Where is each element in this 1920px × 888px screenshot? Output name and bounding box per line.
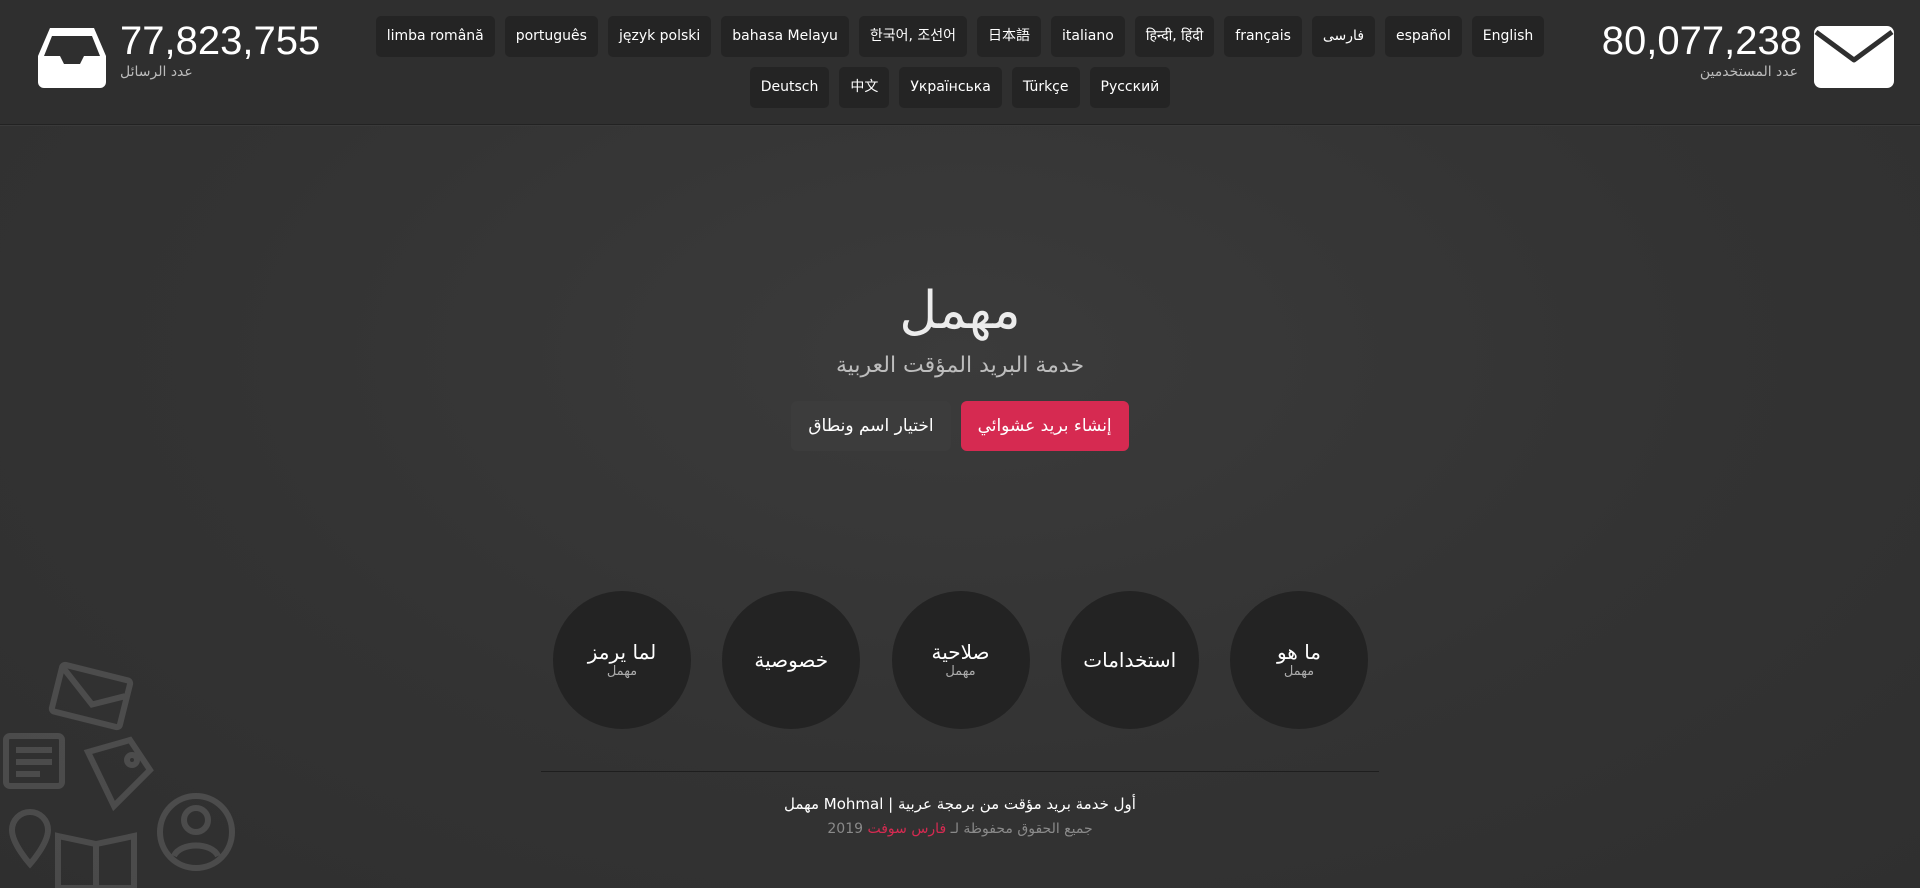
circle-title: استخدامات [1083,648,1177,672]
hero-actions: إنشاء بريد عشوائي اختيار اسم ونطاق [0,401,1920,451]
circle-what-is[interactable]: ما هو مهمل [1230,591,1368,729]
circle-privacy[interactable]: خصوصية [722,591,861,729]
site-logo: مهمل [890,276,1030,346]
copyright-prefix: جميع الحقوق محفوظة لـ [950,821,1093,837]
footer-description: مهمل Mohmal | أول خدمة بريد مؤقت من برمج… [784,795,1136,813]
circle-title: صلاحية [931,640,990,664]
lang-button-ru[interactable]: Русский [1089,67,1171,108]
lang-button-ko[interactable]: 한국어, 조선어 [858,16,968,57]
messages-count-label: عدد الرسائل [120,64,193,80]
circle-validity[interactable]: صلاحية مهمل [891,591,1030,729]
users-count: 80,077,238 [1601,19,1802,63]
lang-button-uk[interactable]: Українська [899,67,1002,108]
circle-uses[interactable]: استخدامات [1060,591,1199,729]
footer: مهمل Mohmal | أول خدمة بريد مؤقت من برمج… [0,794,1920,839]
circle-title: لما يرمز [587,640,657,664]
lang-button-fa[interactable]: فارسی [1311,16,1376,57]
decorative-background-icons [0,660,240,888]
lang-button-pl[interactable]: język polski [607,16,712,57]
messages-count: 77,823,755 [120,19,321,63]
lang-button-fr[interactable]: français [1224,16,1302,57]
user-avatar-icon [157,793,235,871]
envelope-icon [48,661,134,731]
lang-button-hi[interactable]: हिन्दी, हिंदी [1134,16,1215,57]
map-pin-icon [8,809,52,869]
company-link[interactable]: فارس سوفت [867,821,946,837]
circle-title: ما هو [1276,640,1322,664]
choose-name-domain-button[interactable]: اختيار اسم ونطاق [791,401,951,451]
lang-button-zh[interactable]: 中文 [839,67,890,108]
circle-subtitle: مهمل [945,664,976,679]
users-counter: 80,077,238 عدد المستخدمين [1601,18,1894,90]
random-email-button[interactable]: إنشاء بريد عشوائي [960,401,1129,451]
lang-button-pt[interactable]: português [504,16,598,57]
site-tagline: خدمة البريد المؤقت العربية [835,353,1085,378]
lang-button-ro[interactable]: limba română [375,16,495,57]
book-icon [55,832,137,888]
circle-subtitle: مهمل [606,664,638,679]
copyright-year: 2019 [827,821,864,837]
circle-title: خصوصية [754,648,829,672]
lang-button-tr[interactable]: Türkçe [1011,67,1080,108]
footer-divider [541,771,1379,772]
lang-button-ja[interactable]: 日本語 [977,16,1042,57]
footer-copyright: جميع الحقوق محفوظة لـ فارس سوفت 2019 [0,819,1920,839]
lang-button-en[interactable]: English [1471,16,1545,57]
language-selector: limba română português język polski baha… [340,16,1580,108]
lang-button-de[interactable]: Deutsch [749,67,830,108]
lang-button-ms[interactable]: bahasa Melayu [721,16,849,57]
inbox-tray-icon [36,22,108,90]
circle-subtitle: مهمل [1283,664,1315,679]
circle-what-it-means[interactable]: لما يرمز مهمل [553,591,691,729]
tag-icon [83,736,154,812]
users-count-label: عدد المستخدمين [1699,64,1798,80]
messages-counter: 77,823,755 عدد الرسائل [36,18,320,90]
newspaper-icon [3,733,65,789]
top-header: 77,823,755 عدد الرسائل limba română port… [0,0,1920,125]
lang-button-it[interactable]: italiano [1051,16,1125,57]
logo-text: مهمل [899,281,1020,341]
lang-button-es[interactable]: español [1385,16,1462,57]
envelope-icon [1812,22,1894,90]
info-circles: لما يرمز مهمل خصوصية صلاحية مهمل استخدام… [553,591,1368,729]
hero-section: مهمل خدمة البريد المؤقت العربية إنشاء بر… [0,276,1920,451]
